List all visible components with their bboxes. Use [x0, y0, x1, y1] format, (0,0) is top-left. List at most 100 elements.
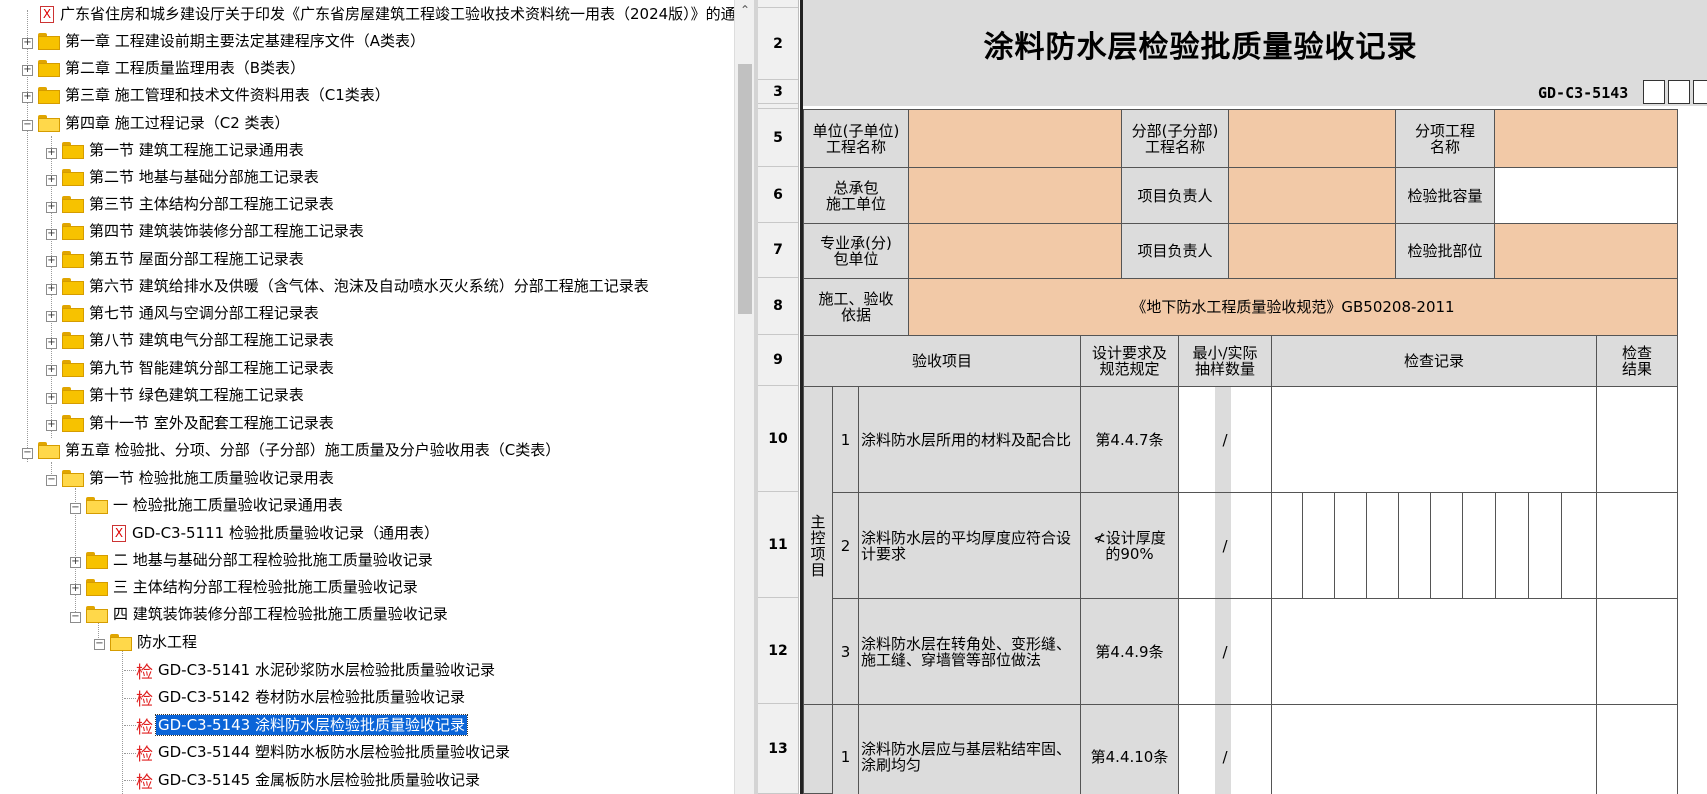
record-cell[interactable] — [1366, 492, 1399, 599]
tree-item-form[interactable]: 检 GD-C3-5145 金属板防水层检验批质量验收记录 — [136, 767, 482, 793]
expand-icon[interactable]: + — [70, 584, 81, 595]
tree-item-section[interactable]: 第十节 绿色建筑工程施工记录表 — [62, 382, 306, 408]
expand-icon[interactable]: + — [70, 557, 81, 568]
record-cell[interactable] — [1398, 492, 1431, 599]
item-result[interactable] — [1596, 704, 1678, 794]
expand-icon[interactable]: + — [46, 365, 57, 376]
tree-item-group[interactable]: 一 检验批施工质量验收记录通用表 — [86, 492, 345, 518]
scrollbar-thumb[interactable] — [738, 64, 752, 314]
row-number[interactable]: 12 — [758, 598, 798, 704]
record-cell[interactable] — [1462, 492, 1496, 599]
tree-item-section[interactable]: 第一节 建筑工程施工记录通用表 — [62, 137, 306, 163]
code-box[interactable] — [1643, 80, 1665, 104]
item-result[interactable] — [1596, 492, 1678, 599]
row-number[interactable]: 7 — [758, 223, 798, 278]
row-number[interactable]: 9 — [758, 335, 798, 386]
collapse-icon[interactable]: − — [70, 503, 81, 514]
item-sample[interactable]: / — [1178, 386, 1272, 493]
record-cell[interactable] — [1271, 492, 1303, 599]
row-number[interactable] — [758, 0, 798, 8]
tree-item-form-selected[interactable]: 检 GD-C3-5143 涂料防水层检验批质量验收记录 — [136, 712, 468, 738]
expand-icon[interactable]: + — [22, 92, 33, 103]
file-tree[interactable]: X 广东省住房和城乡建设厅关于印发《广东省房屋建筑工程竣工验收技术资料统一用表（… — [0, 0, 734, 794]
row-number[interactable]: 3 — [758, 80, 798, 104]
record-cell[interactable] — [1334, 492, 1367, 599]
item-record[interactable] — [1271, 598, 1597, 705]
tree-item-chapter-4[interactable]: 第四章 施工过程记录（C2 类表） — [38, 110, 292, 136]
code-box[interactable] — [1693, 80, 1707, 104]
tree-item-section[interactable]: 第六节 建筑给排水及供暖（含气体、泡沫及自动喷水灭火系统）分部工程施工记录表 — [62, 273, 651, 299]
batch-location-field[interactable] — [1494, 223, 1678, 279]
tree-item-section[interactable]: 第十一节 室外及配套工程施工记录表 — [62, 410, 336, 436]
row-number[interactable]: 6 — [758, 167, 798, 223]
unit-name-field[interactable] — [908, 109, 1122, 168]
collapse-icon[interactable]: − — [46, 475, 57, 486]
batch-capacity-field[interactable] — [1494, 167, 1678, 224]
spreadsheet[interactable]: 2 3 5 6 7 8 9 10 11 12 13 涂料防水层检验批质量验收记录… — [758, 0, 1707, 794]
expand-icon[interactable]: + — [46, 202, 57, 213]
item-record[interactable] — [1271, 704, 1597, 794]
general-contractor-field[interactable] — [908, 167, 1122, 224]
tree-item-form[interactable]: 检 GD-C3-5141 水泥砂浆防水层检验批质量验收记录 — [136, 657, 497, 683]
tree-item-chapter-2[interactable]: 第二章 工程质量监理用表（B类表） — [38, 55, 307, 81]
project-manager-field[interactable] — [1228, 167, 1396, 224]
row-number[interactable]: 13 — [758, 704, 798, 794]
collapse-icon[interactable]: − — [22, 120, 33, 131]
scroll-up-icon[interactable]: ⌃ — [735, 0, 755, 20]
collapse-icon[interactable]: − — [94, 639, 105, 650]
tree-item-form[interactable]: 检 GD-C3-5142 卷材防水层检验批质量验收记录 — [136, 684, 467, 710]
tree-item-section[interactable]: 第二节 地基与基础分部施工记录表 — [62, 164, 321, 190]
tree-item-section[interactable]: 第九节 智能建筑分部工程施工记录表 — [62, 355, 336, 381]
row-number[interactable]: 8 — [758, 278, 798, 335]
sub-item-name-field[interactable] — [1494, 109, 1678, 168]
sub-dept-name-field[interactable] — [1228, 109, 1396, 168]
row-number[interactable]: 5 — [758, 109, 798, 167]
row-number[interactable]: 11 — [758, 492, 798, 598]
sub-contractor-field[interactable] — [908, 223, 1122, 279]
record-cell[interactable] — [1495, 492, 1529, 599]
tree-item-form[interactable]: 检 GD-C3-5144 塑料防水板防水层检验批质量验收记录 — [136, 739, 512, 765]
tree-scrollbar[interactable]: ⌃ — [734, 0, 755, 794]
expand-icon[interactable]: + — [46, 229, 57, 240]
expand-icon[interactable]: + — [46, 338, 57, 349]
record-cell[interactable] — [1528, 492, 1562, 599]
expand-icon[interactable]: + — [22, 65, 33, 76]
expand-icon[interactable]: + — [46, 256, 57, 267]
tree-item-chapter-1[interactable]: 第一章 工程建设前期主要法定基建程序文件（A类表） — [38, 28, 427, 54]
tree-item-section[interactable]: 第一节 检验批施工质量验收记录用表 — [62, 465, 336, 491]
tree-item-section[interactable]: 第五节 屋面分部工程施工记录表 — [62, 246, 306, 272]
tree-item-group[interactable]: 二 地基与基础分部工程检验批施工质量验收记录 — [86, 547, 435, 573]
record-cell[interactable] — [1561, 492, 1597, 599]
record-cell[interactable] — [1430, 492, 1463, 599]
tree-item-section[interactable]: 第四节 建筑装饰装修分部工程施工记录表 — [62, 218, 366, 244]
basis-value[interactable]: 《地下防水工程质量验收规范》GB50208-2011 — [908, 278, 1678, 336]
tree-item-section[interactable]: 第八节 建筑电气分部工程施工记录表 — [62, 327, 336, 353]
collapse-icon[interactable]: − — [22, 448, 33, 459]
record-cell[interactable] — [1302, 492, 1335, 599]
expand-icon[interactable]: + — [46, 175, 57, 186]
expand-icon[interactable]: + — [46, 420, 57, 431]
tree-item-section[interactable]: 第七节 通风与空调分部工程记录表 — [62, 300, 321, 326]
expand-icon[interactable]: + — [46, 284, 57, 295]
expand-icon[interactable]: + — [46, 311, 57, 322]
tree-item-section[interactable]: 第三节 主体结构分部工程施工记录表 — [62, 191, 336, 217]
tree-item-chapter-5[interactable]: 第五章 检验批、分项、分部（子分部）施工质量及分户验收用表（C类表） — [38, 437, 562, 463]
project-manager-field[interactable] — [1228, 223, 1396, 279]
tree-item-group[interactable]: 三 主体结构分部工程检验批施工质量验收记录 — [86, 574, 420, 600]
tree-item-form[interactable]: X GD-C3-5111 检验批质量验收记录（通用表） — [112, 520, 441, 546]
expand-icon[interactable]: + — [46, 393, 57, 404]
item-sample[interactable]: / — [1178, 598, 1272, 705]
item-sample[interactable]: / — [1178, 492, 1272, 599]
row-number[interactable]: 2 — [758, 8, 798, 80]
tree-item-chapter-3[interactable]: 第三章 施工管理和技术文件资料用表（C1类表） — [38, 82, 392, 108]
expand-icon[interactable]: + — [22, 38, 33, 49]
item-result[interactable] — [1596, 598, 1678, 705]
item-sample[interactable]: / — [1178, 704, 1272, 794]
collapse-icon[interactable]: − — [70, 612, 81, 623]
item-result[interactable] — [1596, 386, 1678, 493]
item-record[interactable] — [1271, 386, 1597, 493]
code-box[interactable] — [1668, 80, 1690, 104]
tree-item-waterproof[interactable]: 防水工程 — [110, 629, 199, 655]
tree-item-group[interactable]: 四 建筑装饰装修分部工程检验批施工质量验收记录 — [86, 601, 450, 627]
row-number[interactable]: 10 — [758, 386, 798, 492]
